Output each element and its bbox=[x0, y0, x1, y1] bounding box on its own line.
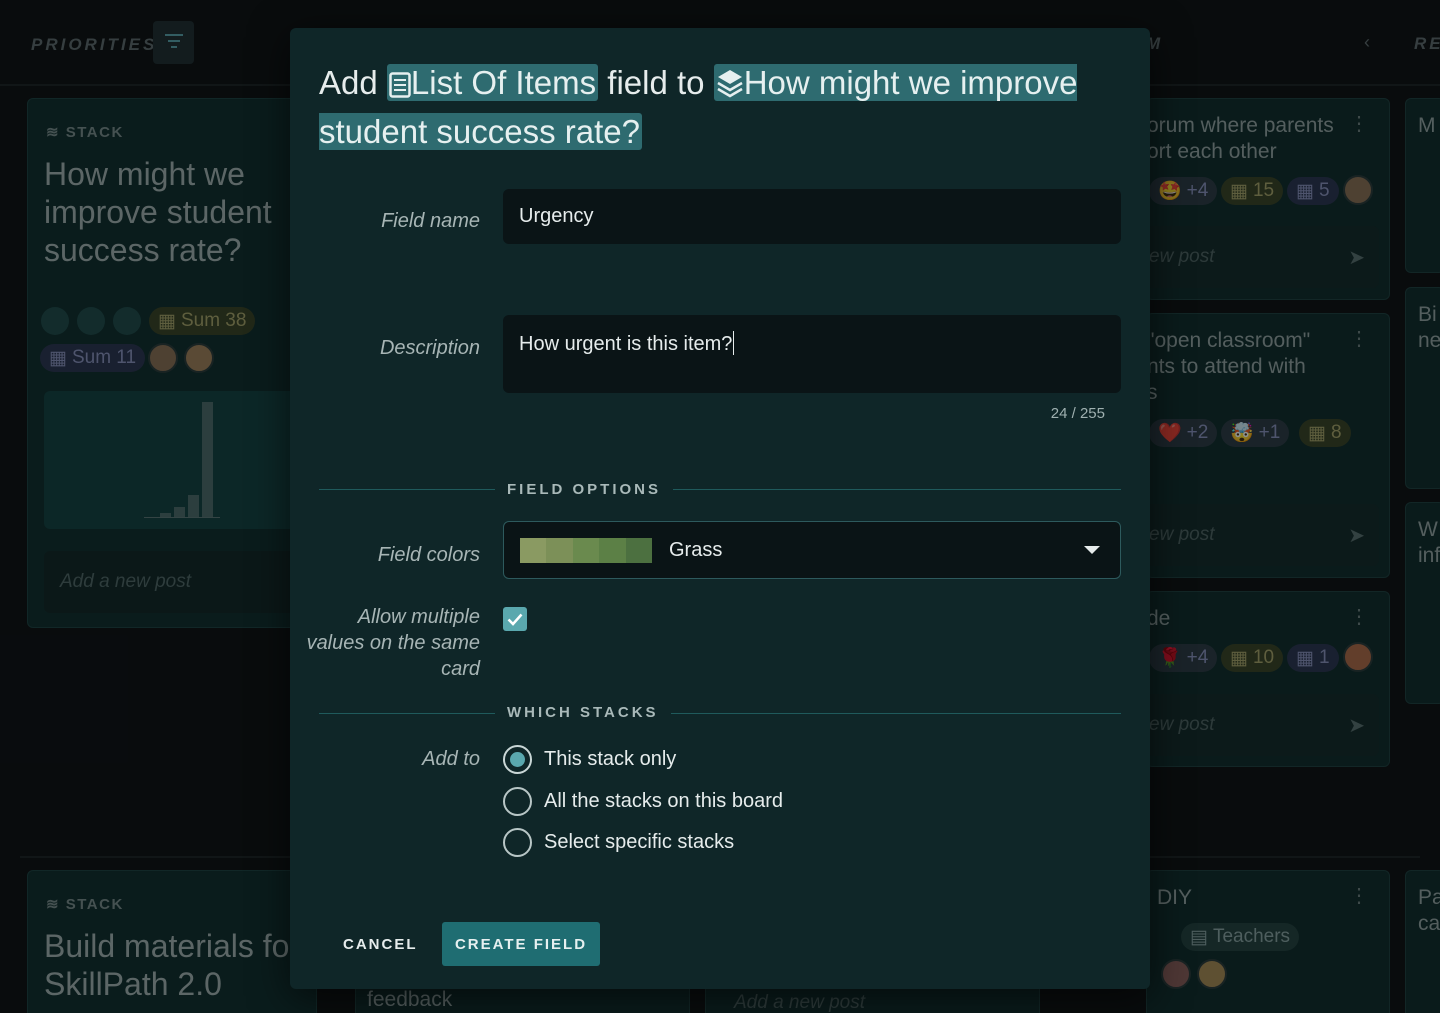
field-type-highlight: List Of Items bbox=[386, 64, 599, 101]
field-colors-select[interactable]: Grass bbox=[503, 521, 1121, 579]
add-to-label: Add to bbox=[422, 748, 480, 770]
allow-multiple-label: Allow multiple values on the same card bbox=[306, 606, 480, 680]
title-add-text: Add bbox=[319, 64, 378, 101]
list-icon bbox=[389, 72, 411, 98]
color-swatch bbox=[546, 538, 573, 563]
description-textarea[interactable]: How urgent is this item? bbox=[503, 315, 1121, 393]
radio-specific-stacks[interactable]: Select specific stacks bbox=[503, 828, 734, 857]
section-divider bbox=[319, 713, 1121, 714]
radio-this-stack[interactable]: This stack only bbox=[503, 745, 676, 774]
add-field-dialog: Add List Of Items field to How might we … bbox=[290, 28, 1150, 989]
title-field-to-text: field to bbox=[607, 64, 705, 101]
allow-multiple-checkbox[interactable] bbox=[503, 607, 527, 631]
color-swatches bbox=[520, 538, 652, 563]
caret-down-icon bbox=[1084, 546, 1100, 554]
radio-button[interactable] bbox=[503, 787, 532, 816]
field-name-input[interactable]: Urgency bbox=[503, 189, 1121, 244]
description-label: Description bbox=[379, 337, 480, 359]
field-name-label: Field name bbox=[381, 210, 480, 232]
radio-button[interactable] bbox=[503, 745, 532, 774]
text-cursor bbox=[733, 331, 735, 355]
create-field-button[interactable]: CREATE FIELD bbox=[442, 922, 600, 966]
radio-label: Select specific stacks bbox=[544, 831, 735, 853]
color-swatch bbox=[520, 538, 547, 563]
color-swatch bbox=[625, 538, 652, 563]
radio-label: All the stacks on this board bbox=[544, 790, 784, 812]
field-colors-value: Grass bbox=[669, 539, 723, 561]
radio-label: This stack only bbox=[544, 748, 677, 770]
radio-all-stacks[interactable]: All the stacks on this board bbox=[503, 787, 783, 816]
radio-button[interactable] bbox=[503, 828, 532, 857]
character-counter: 24 / 255 bbox=[1050, 405, 1105, 422]
dialog-title: Add List Of Items field to How might we … bbox=[319, 58, 1119, 156]
layers-icon bbox=[717, 70, 743, 98]
section-title-field-options: FIELD OPTIONS bbox=[495, 481, 674, 498]
check-icon bbox=[507, 613, 523, 626]
color-swatch bbox=[599, 538, 626, 563]
color-swatch bbox=[572, 538, 600, 563]
section-title-which-stacks: WHICH STACKS bbox=[495, 704, 671, 721]
field-colors-label: Field colors bbox=[377, 544, 480, 566]
section-divider bbox=[319, 489, 1121, 490]
cancel-button[interactable]: CANCEL bbox=[335, 922, 426, 966]
